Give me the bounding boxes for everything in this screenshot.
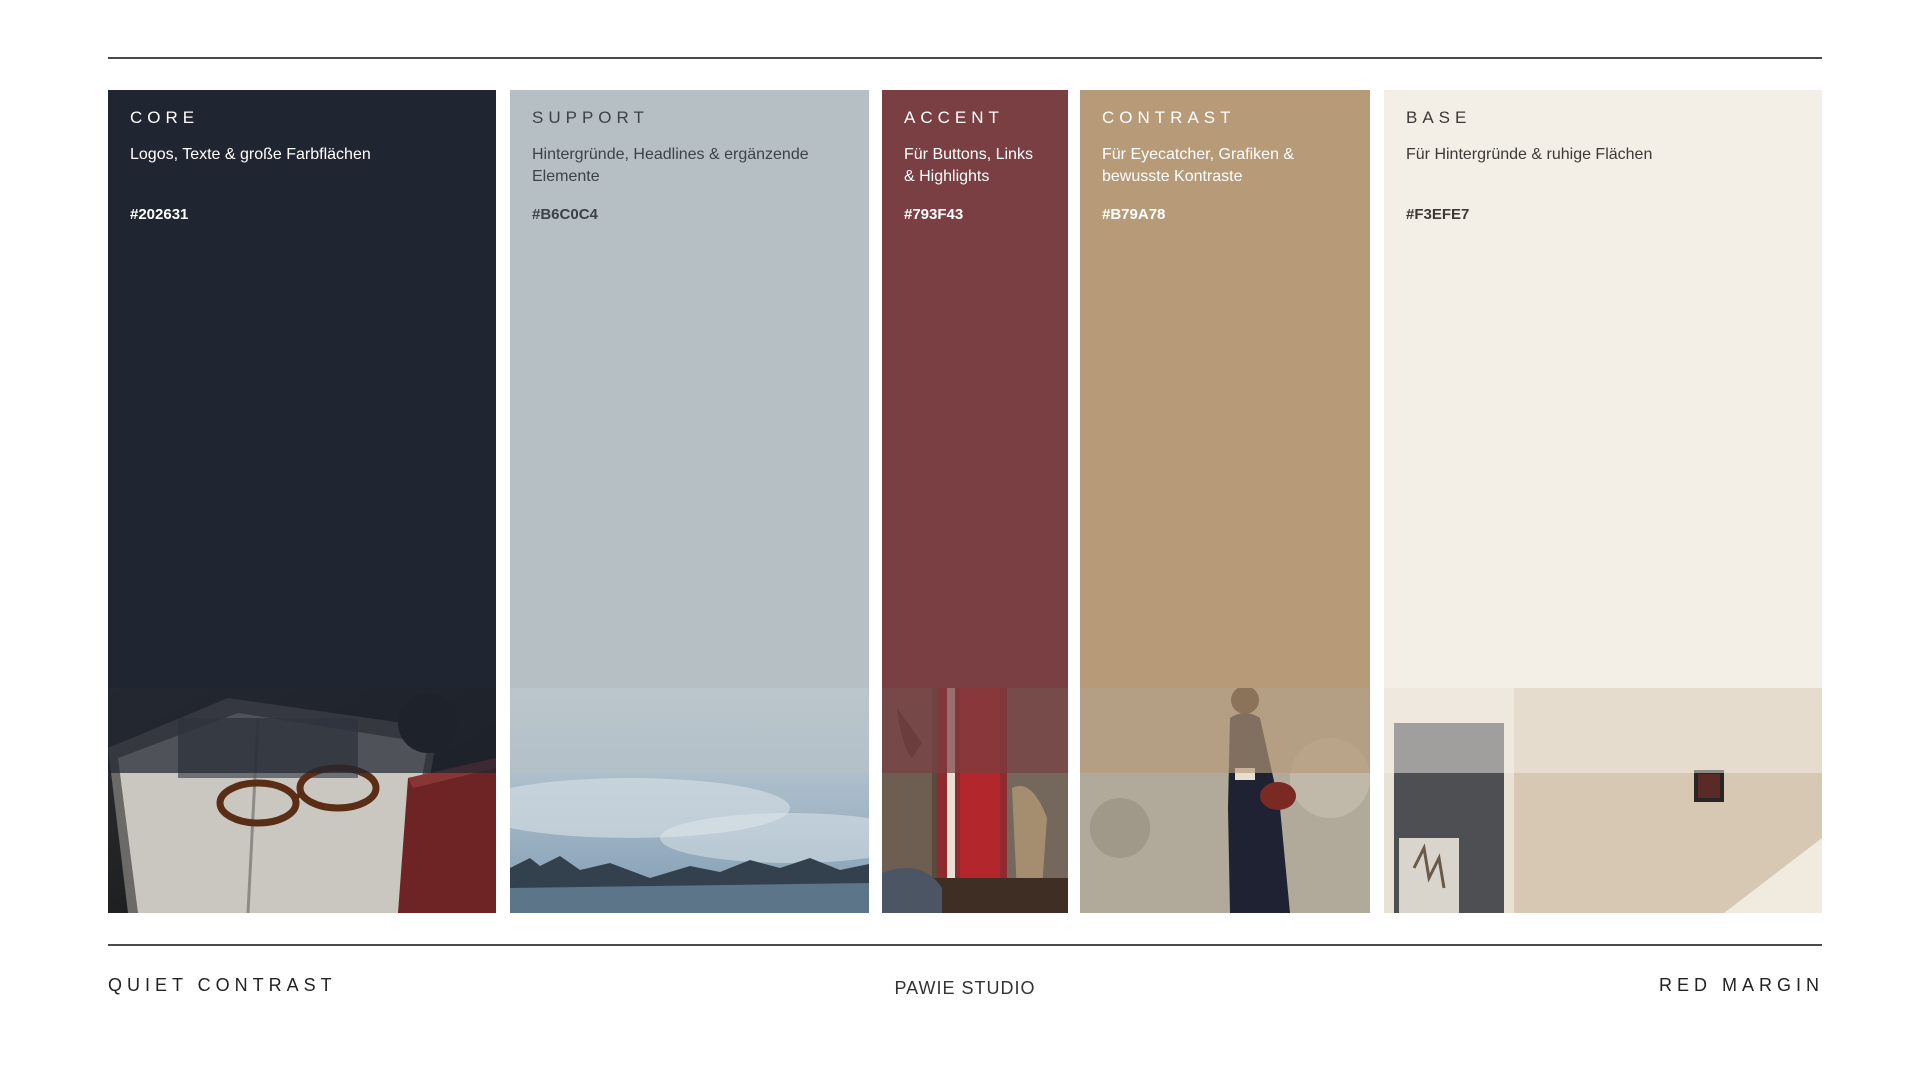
color-overlay [108,688,496,773]
book-with-glasses-photo [108,688,496,913]
swatch-label: SUPPORT [532,108,649,127]
misty-forest-photo [510,688,869,913]
footer-right-text: RED MARGIN [1658,975,1824,995]
woman-reading-photo [1080,688,1370,913]
swatch-base: BASE Für Hintergründe & ruhige Flächen #… [1384,90,1822,913]
swatch-description: Für Eyecatcher, Grafiken & bewusste Kont… [1102,146,1295,185]
beige-room-photo [1384,688,1822,913]
swatch-contrast: CONTRAST Für Eyecatcher, Grafiken & bewu… [1080,90,1370,913]
swatch-label: CONTRAST [1102,108,1236,127]
top-divider [108,57,1822,59]
swatch-label: CORE [130,108,200,127]
red-door-interior-photo [882,688,1068,913]
swatch-description: Logos, Texte & große Farbflächen [130,146,371,163]
swatch-hex: #B79A78 [1102,206,1166,223]
swatch-label: ACCENT [904,108,1004,127]
swatch-hex: #B6C0C4 [532,206,598,223]
swatch-support: SUPPORT Hintergründe, Headlines & ergänz… [510,90,869,913]
swatch-hex: #202631 [130,206,189,223]
swatch-core: CORE Logos, Texte & große Farbflächen #2… [108,90,496,913]
color-overlay [510,688,869,773]
color-overlay [1384,688,1822,773]
swatch-hex: #F3EFE7 [1406,206,1470,223]
swatch-description: Für Hintergründe & ruhige Flächen [1406,146,1653,163]
bottom-divider [108,944,1822,946]
swatch-label: BASE [1406,108,1472,127]
swatch-accent: ACCENT Für Buttons, Links & Highlights #… [882,90,1068,913]
swatch-hex: #793F43 [904,206,964,223]
footer-brand: PAWIE STUDIO [894,978,1036,998]
color-overlay [882,688,1068,773]
color-overlay [1080,688,1370,773]
swatch-description: Für Buttons, Links & Highlights [904,146,1033,185]
swatch-description: Hintergründe, Headlines & ergänzende Ele… [532,146,809,185]
